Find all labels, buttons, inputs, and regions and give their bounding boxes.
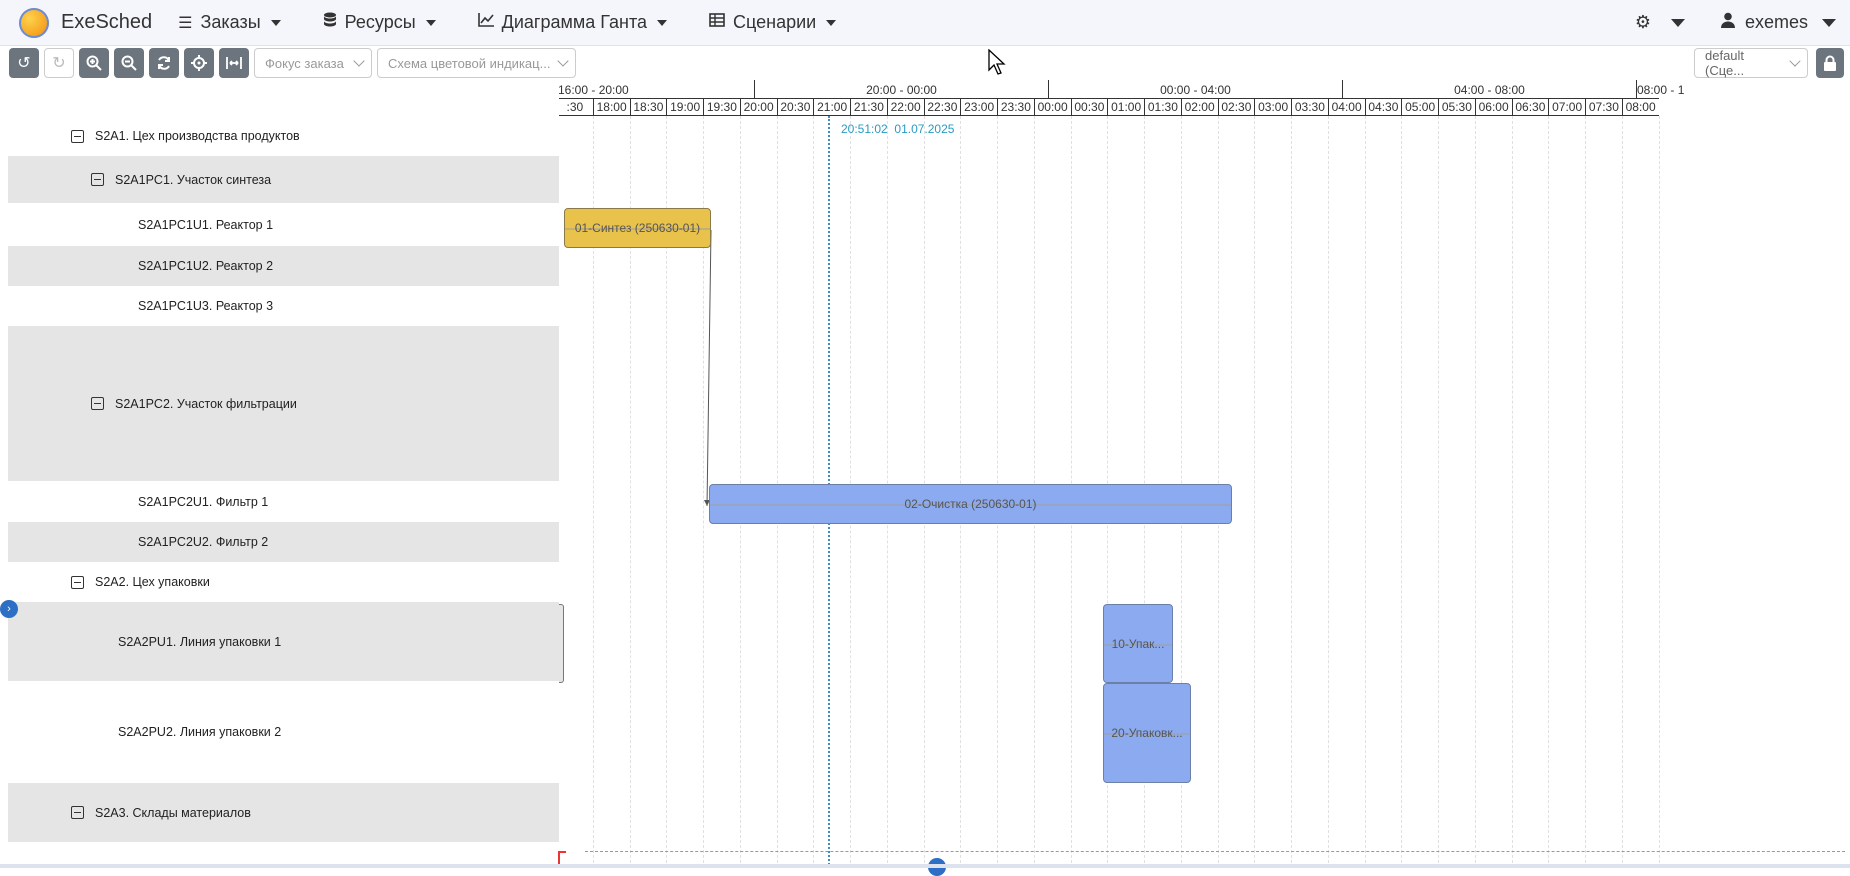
lock-button[interactable] <box>1816 48 1844 78</box>
app-logo <box>19 7 49 38</box>
resource-row[interactable]: S2A3. Склады материалов <box>8 783 559 842</box>
color-scheme-placeholder: Схема цветовой индикац... <box>388 55 551 71</box>
chevron-down-icon <box>425 19 436 26</box>
timeline-start-marker <box>558 851 566 865</box>
redo-icon: ↻ <box>52 55 66 72</box>
zoom-out-button[interactable] <box>114 48 144 78</box>
resource-label: S2A1PC1. Участок синтеза <box>115 172 272 187</box>
zoom-in-button[interactable] <box>79 48 109 78</box>
resource-row[interactable]: S2A2PU1. Линия упаковки 1 <box>8 602 559 681</box>
user-icon <box>1720 12 1735 33</box>
zoom-out-icon <box>121 55 137 71</box>
collapse-icon[interactable] <box>71 806 84 819</box>
user-name: exemes <box>1744 12 1808 32</box>
locate-now-button[interactable] <box>184 48 214 78</box>
chevron-right-icon: › <box>7 603 11 615</box>
nav-orders[interactable]: ☰ Заказы <box>178 12 281 33</box>
resource-row[interactable]: S2A1PC2. Участок фильтрации <box>8 326 559 481</box>
scroll-guide <box>585 851 1845 852</box>
gantt-toolbar: ↺ ↻ Фокус заказа Схема цветовой индикац.… <box>0 46 1850 80</box>
list-icon: ☰ <box>178 14 193 32</box>
resource-row[interactable]: S2A1. Цех производства продуктов <box>8 116 559 156</box>
resource-row[interactable]: S2A2. Цех упаковки <box>8 562 559 602</box>
resource-row[interactable]: S2A2PU2. Линия упаковки 2 <box>8 681 559 783</box>
resource-row[interactable]: S2A1PC2U1. Фильтр 1 <box>8 481 559 522</box>
task-label: 01-Синтез (250630-01) <box>574 221 701 235</box>
resource-row[interactable]: S2A1PC1. Участок синтеза <box>8 156 559 203</box>
resource-label: S2A2PU2. Линия упаковки 2 <box>118 725 282 739</box>
undo-button[interactable]: ↺ <box>9 48 39 78</box>
resource-label: S2A1PC1U3. Реактор 3 <box>138 299 274 313</box>
settings-menu[interactable]: ⚙ <box>1635 12 1685 33</box>
resource-row[interactable]: S2A1PC1U1. Реактор 1 <box>8 203 559 246</box>
color-scheme-select[interactable]: Схема цветовой индикац... <box>377 48 576 78</box>
user-menu[interactable]: exemes <box>1720 12 1836 33</box>
task-label: 10-Упак... <box>1111 636 1165 651</box>
chevron-down-icon <box>657 19 668 26</box>
app-title: ExeSched <box>61 11 153 33</box>
resource-label: S2A2. Цех упаковки <box>95 575 210 589</box>
chevron-down-icon <box>557 55 569 67</box>
collapse-icon[interactable] <box>91 173 104 186</box>
resource-label: S2A1PC1U1. Реактор 1 <box>138 217 274 232</box>
resource-row[interactable]: S2A1PC2U2. Фильтр 2 <box>8 522 559 562</box>
nav-gantt-label: Диаграмма Ганта <box>501 12 648 32</box>
task-bar[interactable]: 20-Упаковк... <box>1103 683 1191 783</box>
resource-label: S2A3. Склады материалов <box>95 805 251 820</box>
task-bar[interactable]: 10-Упак... <box>1103 604 1173 683</box>
crosshair-icon <box>191 55 207 71</box>
nav-resources[interactable]: Ресурсы <box>323 12 436 33</box>
bottom-scrollbar[interactable] <box>0 864 1850 868</box>
zoom-in-icon <box>86 55 102 71</box>
task-label: 02-Очистка (250630-01) <box>904 497 1037 511</box>
fit-width-icon <box>226 57 242 69</box>
resource-label: S2A1PC2U2. Фильтр 2 <box>138 535 269 549</box>
chevron-down-icon <box>353 55 365 67</box>
task-bar-edge <box>559 604 564 683</box>
order-focus-select[interactable]: Фокус заказа <box>254 48 372 78</box>
nav-gantt[interactable]: Диаграмма Ганта <box>477 12 668 33</box>
task-bar[interactable]: 02-Очистка (250630-01) <box>709 484 1232 524</box>
collapse-icon[interactable] <box>91 397 104 410</box>
lock-icon <box>1824 55 1836 71</box>
task-label: 20-Упаковк... <box>1111 726 1183 740</box>
mouse-cursor-icon <box>988 49 1006 75</box>
redo-button[interactable]: ↻ <box>44 48 74 78</box>
collapse-icon[interactable] <box>71 129 84 143</box>
chevron-down-icon <box>826 19 837 26</box>
resource-row[interactable]: S2A1PC1U3. Реактор 3 <box>8 286 559 326</box>
top-navbar: ExeSched ☰ Заказы Ресурсы Диаграмма Гант… <box>0 0 1850 46</box>
nav-orders-label: Заказы <box>200 12 261 32</box>
chevron-down-icon <box>1822 18 1836 27</box>
fit-width-button[interactable] <box>219 48 249 78</box>
task-bar[interactable]: 01-Синтез (250630-01) <box>564 208 711 248</box>
nav-scenarios[interactable]: Сценарии <box>709 12 837 33</box>
expand-panel-button[interactable]: › <box>0 600 18 618</box>
collapse-icon[interactable] <box>71 575 84 589</box>
resource-label: S2A1PC1U2. Реактор 2 <box>138 259 274 273</box>
scenario-select-value: default (Сце... <box>1705 48 1745 78</box>
chevron-down-icon <box>1789 55 1801 67</box>
nav-scenarios-label: Сценарии <box>733 12 817 32</box>
resource-label: S2A2PU1. Линия упаковки 1 <box>118 634 282 649</box>
scenario-select[interactable]: default (Сце... <box>1694 48 1808 78</box>
resource-label: S2A1PC2. Участок фильтрации <box>115 396 297 411</box>
order-focus-placeholder: Фокус заказа <box>265 55 344 71</box>
undo-icon: ↺ <box>17 55 31 72</box>
resource-row[interactable]: S2A1PC1U2. Реактор 2 <box>8 246 559 286</box>
chevron-down-icon <box>1670 18 1685 27</box>
database-icon <box>323 12 337 33</box>
gear-icon: ⚙ <box>1634 12 1651 32</box>
gantt-timeline[interactable]: :30 18:00 18:30 19:00 19:30 20:00 20:30 21:00 21… <box>559 80 1850 868</box>
chart-icon <box>477 13 494 32</box>
nav-resources-label: Ресурсы <box>344 12 416 32</box>
refresh-button[interactable] <box>149 48 179 78</box>
table-icon <box>709 13 725 32</box>
resource-label: S2A1PC2U1. Фильтр 1 <box>138 494 269 509</box>
resource-panel: S2A1. Цех производства продуктов S2A1PC1… <box>8 116 559 842</box>
refresh-icon <box>158 56 170 70</box>
dependency-arrow <box>704 229 712 507</box>
chevron-down-icon <box>270 19 281 26</box>
resource-label: S2A1. Цех производства продуктов <box>95 129 300 143</box>
